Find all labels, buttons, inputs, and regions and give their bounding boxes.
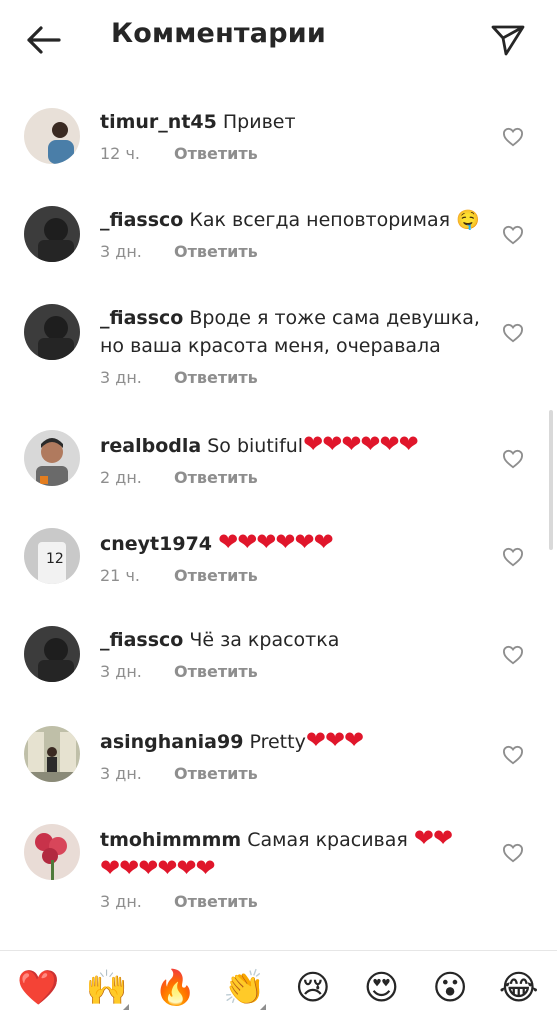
comment-time: 3 дн. bbox=[100, 242, 142, 261]
avatar[interactable] bbox=[24, 108, 80, 164]
share-button[interactable] bbox=[486, 20, 530, 60]
avatar[interactable] bbox=[24, 430, 80, 486]
variant-indicator-icon bbox=[122, 1003, 129, 1010]
avatar[interactable] bbox=[24, 304, 80, 360]
like-button[interactable] bbox=[500, 840, 526, 866]
reaction-fire[interactable]: 🔥 bbox=[148, 968, 204, 1008]
comment-text: Самая красивая bbox=[247, 829, 408, 851]
arrow-left-icon bbox=[27, 26, 61, 54]
heart-outline-icon bbox=[502, 843, 524, 863]
comment-text: Pretty bbox=[249, 731, 306, 753]
header: Комментарии bbox=[0, 0, 557, 80]
avatar[interactable] bbox=[24, 206, 80, 262]
reply-button[interactable]: Ответить bbox=[174, 764, 258, 783]
like-button[interactable] bbox=[500, 320, 526, 346]
user-photo bbox=[24, 824, 80, 880]
avatar[interactable] bbox=[24, 726, 80, 782]
comment-text: Как всегда неповторимая bbox=[189, 209, 451, 231]
like-button[interactable] bbox=[500, 642, 526, 668]
reply-button[interactable]: Ответить bbox=[174, 662, 258, 681]
comment-username[interactable]: timur_nt45 bbox=[100, 111, 217, 133]
reaction-surprised[interactable]: 😮 bbox=[422, 968, 478, 1008]
heart-outline-icon bbox=[502, 127, 524, 147]
comment-text: So biutiful bbox=[207, 435, 304, 457]
reaction-heart[interactable]: ❤️ bbox=[10, 968, 66, 1008]
heart-outline-icon bbox=[502, 745, 524, 765]
user-photo bbox=[24, 206, 80, 262]
comment-username[interactable]: tmohimmmm bbox=[100, 829, 241, 851]
user-photo bbox=[24, 304, 80, 360]
hearts-emoji: ❤❤❤❤❤❤ bbox=[218, 528, 334, 556]
heart-outline-icon bbox=[502, 547, 524, 567]
user-photo bbox=[24, 626, 80, 682]
comment-time: 3 дн. bbox=[100, 662, 142, 681]
comment-username[interactable]: asinghania99 bbox=[100, 731, 243, 753]
page-title: Комментарии bbox=[111, 18, 326, 49]
reply-button[interactable]: Ответить bbox=[174, 144, 258, 163]
user-photo bbox=[24, 108, 80, 164]
variant-indicator-icon bbox=[260, 1003, 267, 1010]
avatar[interactable] bbox=[24, 626, 80, 682]
like-button[interactable] bbox=[500, 544, 526, 570]
send-icon bbox=[491, 25, 525, 56]
comment-username[interactable]: _fiassco bbox=[100, 307, 183, 329]
comment-username[interactable]: cneyt1974 bbox=[100, 533, 212, 555]
comment-username[interactable]: _fiassco bbox=[100, 629, 183, 651]
hearts-emoji: ❤❤❤ bbox=[305, 726, 364, 754]
comment-time: 3 дн. bbox=[100, 892, 142, 911]
clap-icon: 👏 bbox=[223, 967, 266, 1008]
heart-outline-icon bbox=[502, 225, 524, 245]
hearts-emoji: ❤❤ bbox=[413, 824, 453, 852]
comment-text: Привет bbox=[222, 111, 296, 133]
like-button[interactable] bbox=[500, 742, 526, 768]
like-button[interactable] bbox=[500, 222, 526, 248]
hearts-emoji: ❤❤❤❤❤❤ bbox=[303, 430, 419, 458]
comment-time: 2 дн. bbox=[100, 468, 142, 487]
comment-text: Чё за красотка bbox=[189, 629, 340, 651]
like-button[interactable] bbox=[500, 446, 526, 472]
reply-button[interactable]: Ответить bbox=[174, 242, 258, 261]
scrollbar[interactable] bbox=[549, 410, 553, 550]
svg-text:12: 12 bbox=[46, 551, 64, 567]
quick-reactions-bar: ❤️ 🙌 🔥 👏 😢 😍 😮 😂 bbox=[0, 951, 557, 1024]
user-photo bbox=[24, 726, 80, 782]
hearts-emoji: ❤❤❤❤❤❤ bbox=[100, 854, 216, 882]
comment-username[interactable]: realbodla bbox=[100, 435, 201, 457]
reply-button[interactable]: Ответить bbox=[174, 368, 258, 387]
reply-button[interactable]: Ответить bbox=[174, 566, 258, 585]
user-photo bbox=[24, 430, 80, 486]
heart-outline-icon bbox=[502, 449, 524, 469]
heart-outline-icon bbox=[502, 323, 524, 343]
comment-time: 3 дн. bbox=[100, 764, 142, 783]
user-photo: 12 bbox=[24, 528, 80, 584]
reply-button[interactable]: Ответить bbox=[174, 468, 258, 487]
heart-outline-icon bbox=[502, 645, 524, 665]
avatar[interactable] bbox=[24, 824, 80, 880]
comment-time: 21 ч. bbox=[100, 566, 140, 585]
comment-time: 3 дн. bbox=[100, 368, 142, 387]
reaction-laughing[interactable]: 😂 bbox=[491, 968, 547, 1008]
drooling-emoji: 🤤 bbox=[456, 209, 480, 231]
like-button[interactable] bbox=[500, 124, 526, 150]
comment-time: 12 ч. bbox=[100, 144, 140, 163]
raised-hands-icon: 🙌 bbox=[85, 967, 129, 1008]
comment-username[interactable]: _fiassco bbox=[100, 209, 183, 231]
reaction-heart-eyes[interactable]: 😍 bbox=[353, 968, 409, 1008]
reaction-raised-hands[interactable]: 🙌 bbox=[79, 967, 135, 1010]
back-button[interactable] bbox=[20, 20, 66, 60]
reply-button[interactable]: Ответить bbox=[174, 892, 258, 911]
avatar[interactable]: 12 bbox=[24, 528, 80, 584]
reaction-crying[interactable]: 😢 bbox=[285, 968, 341, 1008]
reaction-clap[interactable]: 👏 bbox=[216, 967, 272, 1010]
